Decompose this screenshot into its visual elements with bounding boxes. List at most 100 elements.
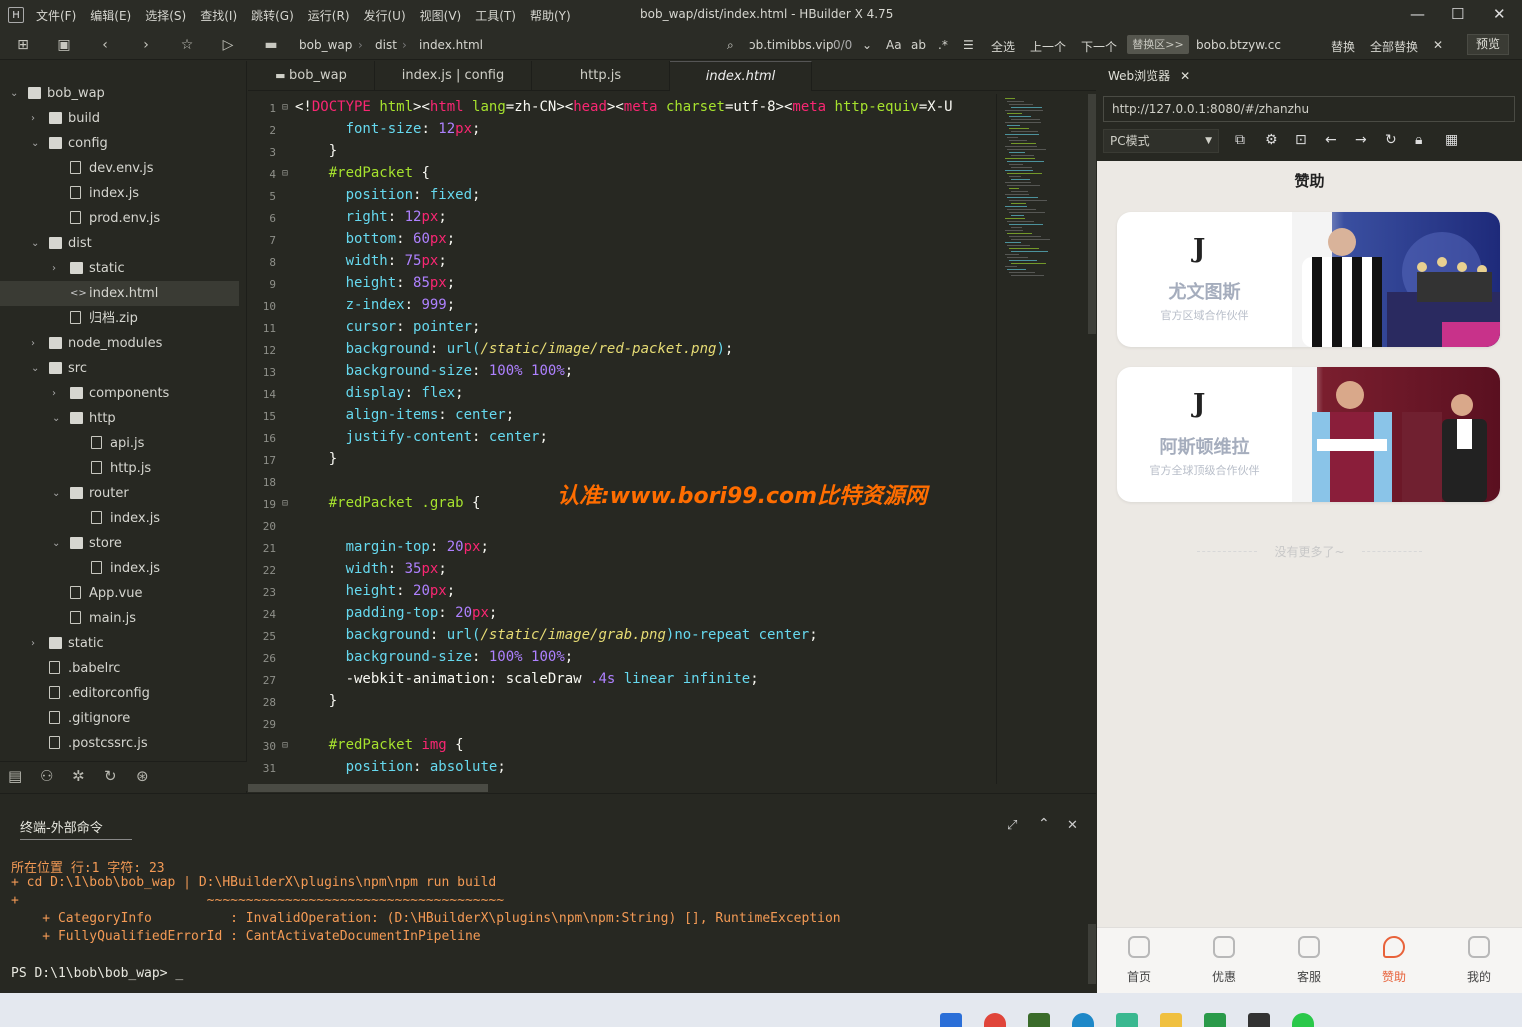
code-line[interactable]: font-size: 12px;: [295, 121, 481, 137]
fold-icon[interactable]: ⊟: [282, 168, 288, 179]
tree-item[interactable]: index.js: [0, 181, 239, 206]
chevron-right-icon[interactable]: ›: [31, 331, 35, 356]
horizontal-scrollbar[interactable]: [248, 784, 1096, 792]
menu-item[interactable]: 帮助(Y): [530, 7, 571, 24]
menu-item[interactable]: 视图(V): [420, 7, 462, 24]
lock-icon[interactable]: 🔒︎: [1415, 132, 1422, 148]
code-line[interactable]: }: [295, 451, 337, 467]
chevron-down-icon[interactable]: ⌄: [31, 356, 39, 381]
console-icon[interactable]: ⊡: [1295, 132, 1307, 148]
plugin-icon[interactable]: ⚇: [40, 767, 53, 785]
sponsor-card-aston-villa[interactable]: J 阿斯顿维拉 官方全球顶级合作伙伴: [1117, 367, 1500, 502]
code-line[interactable]: <!DOCTYPE html><html lang=zh-CN><head><m…: [295, 99, 953, 115]
preview-button[interactable]: 预览: [1467, 34, 1509, 55]
sponsor-card-juventus[interactable]: J 尤文图斯 官方区域合作伙伴: [1117, 212, 1500, 347]
chevron-down-icon[interactable]: ⌄: [52, 481, 60, 506]
url-input[interactable]: http://127.0.0.1:8080/#/zhanzhu: [1103, 96, 1515, 122]
tree-item[interactable]: ⌄ store: [0, 531, 239, 556]
close-terminal-icon[interactable]: ✕: [1067, 818, 1078, 833]
forward-icon[interactable]: ›: [137, 36, 155, 54]
chevron-down-icon[interactable]: ⌄: [10, 81, 18, 106]
code-line[interactable]: z-index: 999;: [295, 297, 456, 313]
code-line[interactable]: display: flex;: [295, 385, 464, 401]
git-icon[interactable]: ↻: [104, 767, 117, 785]
hbuilder-taskbar-icon[interactable]: [1204, 1013, 1226, 1027]
tree-item[interactable]: dev.env.js: [0, 156, 239, 181]
star-icon[interactable]: ☆: [178, 36, 196, 54]
screenshot-icon[interactable]: ⧉: [1235, 132, 1245, 148]
replace-input[interactable]: bobo.btzyw.cc: [1196, 38, 1281, 52]
menu-item[interactable]: 工具(T): [475, 7, 516, 24]
chevron-down-icon[interactable]: ⌄: [862, 38, 872, 52]
nav-item[interactable]: 赞助: [1364, 936, 1424, 985]
minimize-button[interactable]: —: [1410, 5, 1425, 23]
code-line[interactable]: height: 20px;: [295, 583, 456, 599]
chevron-down-icon[interactable]: ⌄: [31, 231, 39, 256]
code-line[interactable]: }: [295, 693, 337, 709]
forward-arrow-icon[interactable]: →: [1355, 132, 1367, 148]
tree-item[interactable]: api.js: [0, 431, 239, 456]
chevron-down-icon[interactable]: ⌄: [31, 131, 39, 156]
tree-item[interactable]: main.js: [0, 606, 239, 631]
tree-item[interactable]: .editorconfig: [0, 681, 239, 706]
save-icon[interactable]: ▣: [55, 36, 73, 54]
code-line[interactable]: position: absolute;: [295, 759, 506, 775]
run-icon[interactable]: ▷: [219, 36, 237, 54]
tree-item[interactable]: <> index.html: [0, 281, 239, 306]
menu-item[interactable]: 编辑(E): [90, 7, 131, 24]
code-line[interactable]: #redPacket {: [295, 165, 430, 181]
next-match-button[interactable]: 下一个: [1081, 38, 1117, 55]
nav-item[interactable]: 首页: [1109, 936, 1169, 985]
edge-icon[interactable]: [1072, 1013, 1094, 1027]
tree-item[interactable]: ⌄ router: [0, 481, 239, 506]
qrcode-icon[interactable]: ▦: [1445, 132, 1458, 148]
code-line[interactable]: right: 12px;: [295, 209, 447, 225]
chrome-icon[interactable]: [984, 1013, 1006, 1027]
replace-area-toggle[interactable]: 替换区>>: [1127, 35, 1189, 54]
tree-item[interactable]: http.js: [0, 456, 239, 481]
back-arrow-icon[interactable]: ←: [1325, 132, 1337, 148]
code-line[interactable]: width: 35px;: [295, 561, 447, 577]
tree-item[interactable]: ⌄ dist: [0, 231, 239, 256]
chevron-down-icon[interactable]: ⌄: [52, 531, 60, 556]
replace-button[interactable]: 替换: [1331, 38, 1355, 55]
close-button[interactable]: ✕: [1493, 5, 1506, 23]
browser-tab[interactable]: Web浏览器 ✕: [1108, 67, 1190, 84]
chevron-down-icon[interactable]: ⌄: [52, 406, 60, 431]
nav-item[interactable]: 我的: [1449, 936, 1509, 985]
prev-match-button[interactable]: 上一个: [1030, 38, 1066, 55]
tree-item[interactable]: › static: [0, 631, 239, 656]
wechat-icon[interactable]: [1292, 1013, 1314, 1027]
tree-item[interactable]: prod.env.js: [0, 206, 239, 231]
regex-icon[interactable]: .*: [938, 38, 948, 52]
tree-item[interactable]: ⌄ src: [0, 356, 239, 381]
code-line[interactable]: #redPacket img {: [295, 737, 464, 753]
code-line[interactable]: align-items: center;: [295, 407, 515, 423]
tree-item[interactable]: › static: [0, 256, 239, 281]
code-line[interactable]: background: url(/static/image/red-packet…: [295, 341, 734, 357]
code-line[interactable]: bottom: 60px;: [295, 231, 456, 247]
menu-item[interactable]: 发行(U): [364, 7, 406, 24]
select-all-button[interactable]: 全选: [991, 38, 1015, 55]
close-tab-icon[interactable]: ✕: [1180, 69, 1190, 83]
code-editor[interactable]: 1 ⊟ <!DOCTYPE html><html lang=zh-CN><head>…: [248, 94, 995, 784]
replace-all-button[interactable]: 全部替换: [1370, 38, 1418, 55]
nav-item[interactable]: 客服: [1279, 936, 1339, 985]
chevron-right-icon[interactable]: ›: [31, 106, 35, 131]
mode-select[interactable]: PC模式 ▼: [1103, 129, 1219, 153]
code-line[interactable]: cursor: pointer;: [295, 319, 481, 335]
code-line[interactable]: #redPacket .grab {: [295, 495, 481, 511]
maximize-panel-icon[interactable]: ⤢: [1007, 818, 1017, 833]
windows-start-icon[interactable]: [940, 1013, 962, 1027]
whole-word-icon[interactable]: ab: [911, 38, 926, 52]
browser-icon[interactable]: ⊛: [136, 767, 149, 785]
breadcrumb-project[interactable]: bob_wap: [299, 38, 352, 52]
app-icon[interactable]: [1116, 1013, 1138, 1027]
new-file-icon[interactable]: ⊞: [14, 36, 32, 54]
settings-icon[interactable]: ⚙: [1265, 132, 1278, 148]
code-line[interactable]: padding-top: 20px;: [295, 605, 498, 621]
code-line[interactable]: }: [295, 143, 337, 159]
code-line[interactable]: background-size: 100% 100%;: [295, 363, 574, 379]
tree-item[interactable]: index.js: [0, 556, 239, 581]
tree-item[interactable]: .babelrc: [0, 656, 239, 681]
